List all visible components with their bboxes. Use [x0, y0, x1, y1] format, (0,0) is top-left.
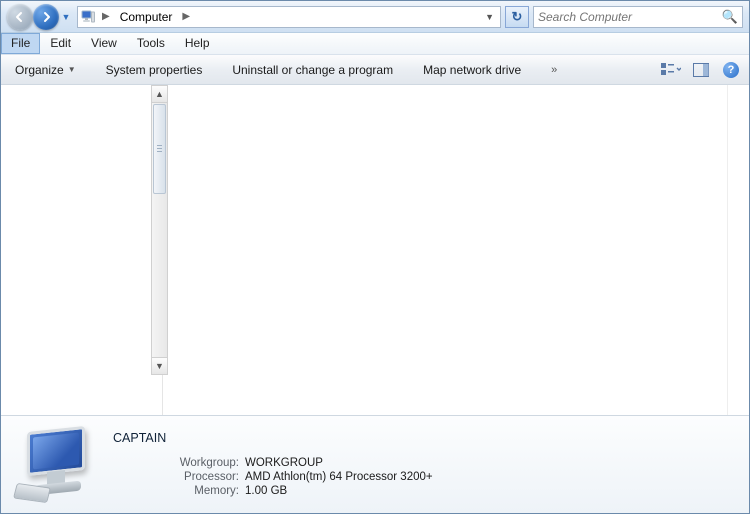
chevron-right-icon[interactable]: ▶ [180, 11, 192, 22]
toolbar-overflow[interactable]: » [545, 60, 564, 80]
breadcrumb-computer[interactable]: Computer [116, 8, 177, 26]
refresh-icon: ↻ [512, 9, 523, 25]
menu-view[interactable]: View [81, 33, 127, 54]
search-box[interactable]: 🔍 [533, 6, 743, 28]
change-view-button[interactable] [661, 60, 681, 80]
search-icon: 🔍 [722, 9, 738, 25]
menu-help[interactable]: Help [175, 33, 220, 54]
nav-back-forward: ▼ [7, 4, 73, 30]
detail-row-memory: Memory: 1.00 GB [113, 485, 737, 497]
menu-tools[interactable]: Tools [127, 33, 175, 54]
computer-large-icon [13, 425, 99, 505]
back-button[interactable] [7, 4, 33, 30]
details-text: CAPTAIN Workgroup: WORKGROUP Processor: … [113, 431, 737, 499]
detail-value: WORKGROUP [245, 457, 323, 469]
uninstall-program-button[interactable]: Uninstall or change a program [226, 59, 399, 81]
menu-bar: File Edit View Tools Help [1, 33, 749, 55]
organize-label: Organize [15, 63, 64, 77]
navigation-bar: ▼ ▶ Computer ▶ ▼ ↻ 🔍 [1, 1, 749, 33]
forward-button[interactable] [33, 4, 59, 30]
detail-label: Memory: [113, 485, 245, 497]
explorer-window: ▼ ▶ Computer ▶ ▼ ↻ 🔍 File Edit View Tool… [0, 0, 750, 514]
menu-edit[interactable]: Edit [40, 33, 81, 54]
view-icon [661, 62, 681, 78]
right-edge [727, 85, 749, 415]
address-bar[interactable]: ▶ Computer ▶ ▼ [77, 6, 501, 28]
help-icon: ? [723, 62, 739, 78]
menu-file[interactable]: File [1, 33, 40, 54]
address-dropdown[interactable]: ▼ [481, 12, 498, 22]
computer-name: CAPTAIN [113, 431, 737, 445]
preview-pane-icon [693, 63, 709, 77]
toolbar-right: ? [661, 60, 741, 80]
history-dropdown[interactable]: ▼ [59, 4, 73, 30]
detail-label: Workgroup: [113, 457, 245, 469]
computer-icon [80, 9, 96, 25]
detail-row-workgroup: Workgroup: WORKGROUP [113, 457, 737, 469]
detail-value: 1.00 GB [245, 485, 287, 497]
details-pane: CAPTAIN Workgroup: WORKGROUP Processor: … [1, 415, 749, 513]
file-list-pane[interactable] [169, 85, 749, 415]
search-input[interactable] [538, 10, 722, 24]
detail-value: AMD Athlon(tm) 64 Processor 3200+ [245, 471, 433, 483]
refresh-button[interactable]: ↻ [505, 6, 529, 28]
help-button[interactable]: ? [721, 60, 741, 80]
arrow-left-icon [14, 11, 26, 23]
preview-pane-button[interactable] [691, 60, 711, 80]
map-network-drive-button[interactable]: Map network drive [417, 59, 527, 81]
content-area: ▲ ▼ [1, 85, 749, 415]
organize-button[interactable]: Organize ▼ [9, 59, 82, 81]
system-properties-button[interactable]: System properties [100, 59, 209, 81]
chevron-down-icon: ▼ [68, 65, 76, 74]
chevron-right-icon: ▶ [100, 11, 112, 22]
detail-row-processor: Processor: AMD Athlon(tm) 64 Processor 3… [113, 471, 737, 483]
detail-label: Processor: [113, 471, 245, 483]
navigation-pane[interactable]: ▲ ▼ [1, 85, 163, 415]
arrow-right-icon [40, 11, 52, 23]
command-bar: Organize ▼ System properties Uninstall o… [1, 55, 749, 85]
